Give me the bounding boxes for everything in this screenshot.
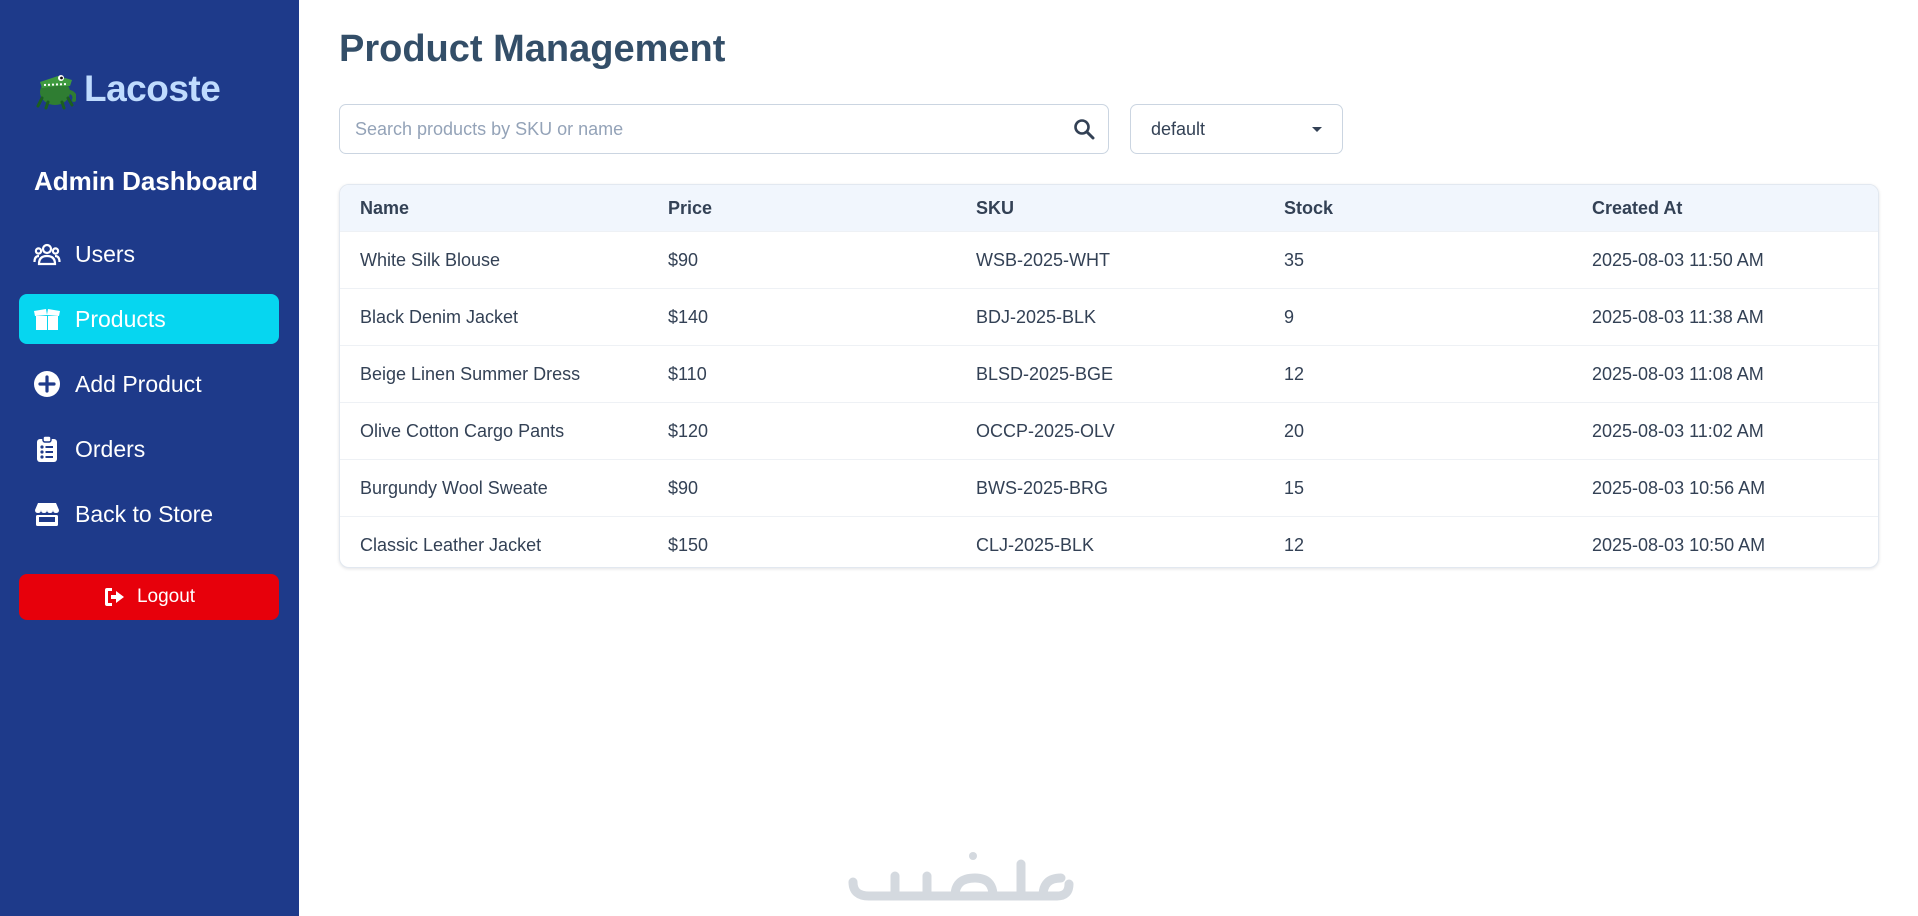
column-header-created-at: Created At	[1572, 185, 1878, 232]
cell-stock: 20	[1264, 402, 1572, 460]
cell-created-at: 2025-08-03 11:02 AM	[1572, 402, 1878, 460]
cell-price: $110	[648, 345, 956, 403]
box-icon	[34, 309, 60, 330]
cell-price: $90	[648, 231, 956, 289]
sidebar-item-label: Back to Store	[75, 500, 214, 527]
users-icon	[33, 243, 61, 266]
sidebar-item-label: Add Product	[75, 370, 202, 397]
cell-created-at: 2025-08-03 10:50 AM	[1572, 516, 1878, 567]
sort-select[interactable]: default	[1130, 104, 1343, 154]
cell-sku: BWS-2025-BRG	[956, 459, 1264, 517]
sidebar-item-back-to-store[interactable]: Back to Store	[19, 489, 279, 539]
search-icon[interactable]	[1073, 118, 1095, 140]
cell-created-at: 2025-08-03 10:56 AM	[1572, 459, 1878, 517]
sign-out-icon	[104, 588, 124, 606]
column-header-name: Name	[340, 185, 648, 232]
plus-circle-icon	[34, 371, 60, 397]
table-row[interactable]: White Silk Blouse $90 WSB-2025-WHT 35 20…	[340, 231, 1878, 289]
cell-sku: WSB-2025-WHT	[956, 231, 1264, 289]
search-box	[339, 104, 1109, 154]
cell-stock: 35	[1264, 231, 1572, 289]
cell-sku: OCCP-2025-OLV	[956, 402, 1264, 460]
sidebar-item-orders[interactable]: Orders	[19, 424, 279, 474]
caret-down-icon	[1312, 127, 1322, 132]
page-title: Product Management	[339, 28, 726, 70]
cell-stock: 15	[1264, 459, 1572, 517]
sidebar-nav: Users Products Add Product Orders Back t…	[19, 229, 279, 554]
cell-stock: 9	[1264, 288, 1572, 346]
products-table-card: Name Price SKU Stock Created At White Si…	[339, 184, 1879, 568]
logout-label: Logout	[136, 586, 196, 607]
sidebar: Lacoste Admin Dashboard Users Products A…	[0, 0, 299, 916]
cell-created-at: 2025-08-03 11:08 AM	[1572, 345, 1878, 403]
table-header-row: Name Price SKU Stock Created At	[340, 185, 1878, 232]
search-input[interactable]	[340, 105, 1070, 153]
clipboard-list-icon	[37, 435, 57, 462]
cell-name: White Silk Blouse	[340, 231, 648, 289]
cell-name: Burgundy Wool Sweate	[340, 459, 648, 517]
cell-sku: CLJ-2025-BLK	[956, 516, 1264, 567]
cell-name: Beige Linen Summer Dress	[340, 345, 648, 403]
sidebar-item-products[interactable]: Products	[19, 294, 279, 344]
cell-created-at: 2025-08-03 11:38 AM	[1572, 288, 1878, 346]
cell-price: $120	[648, 402, 956, 460]
brand[interactable]: Lacoste	[34, 68, 221, 110]
products-table: Name Price SKU Stock Created At White Si…	[340, 185, 1878, 567]
logout-button[interactable]: Logout	[19, 574, 279, 620]
cell-stock: 12	[1264, 345, 1572, 403]
sidebar-item-label: Products	[75, 305, 166, 332]
cell-name: Classic Leather Jacket	[340, 516, 648, 567]
cell-sku: BLSD-2025-BGE	[956, 345, 1264, 403]
sidebar-item-label: Users	[75, 240, 136, 267]
table-row[interactable]: Beige Linen Summer Dress $110 BLSD-2025-…	[340, 345, 1878, 403]
cell-stock: 12	[1264, 516, 1572, 567]
table-row[interactable]: Black Denim Jacket $140 BDJ-2025-BLK 9 2…	[340, 288, 1878, 346]
cell-created-at: 2025-08-03 11:50 AM	[1572, 231, 1878, 289]
table-row[interactable]: Burgundy Wool Sweate $90 BWS-2025-BRG 15…	[340, 459, 1878, 517]
cell-price: $90	[648, 459, 956, 517]
column-header-price: Price	[648, 185, 956, 232]
crocodile-logo-icon	[36, 75, 76, 110]
cell-name: Black Denim Jacket	[340, 288, 648, 346]
store-icon	[35, 503, 59, 526]
sidebar-item-add-product[interactable]: Add Product	[19, 359, 279, 409]
table-row[interactable]: Classic Leather Jacket $150 CLJ-2025-BLK…	[340, 516, 1878, 567]
sidebar-item-users[interactable]: Users	[19, 229, 279, 279]
dashboard-heading: Admin Dashboard	[34, 166, 258, 196]
watermark-logo	[848, 852, 1074, 901]
brand-name: Lacoste	[84, 68, 221, 109]
sidebar-item-label: Orders	[75, 435, 146, 462]
cell-price: $140	[648, 288, 956, 346]
table-row[interactable]: Olive Cotton Cargo Pants $120 OCCP-2025-…	[340, 402, 1878, 460]
sort-select-value: default	[1151, 118, 1206, 139]
column-header-stock: Stock	[1264, 185, 1572, 232]
cell-sku: BDJ-2025-BLK	[956, 288, 1264, 346]
cell-price: $150	[648, 516, 956, 567]
column-header-sku: SKU	[956, 185, 1264, 232]
cell-name: Olive Cotton Cargo Pants	[340, 402, 648, 460]
